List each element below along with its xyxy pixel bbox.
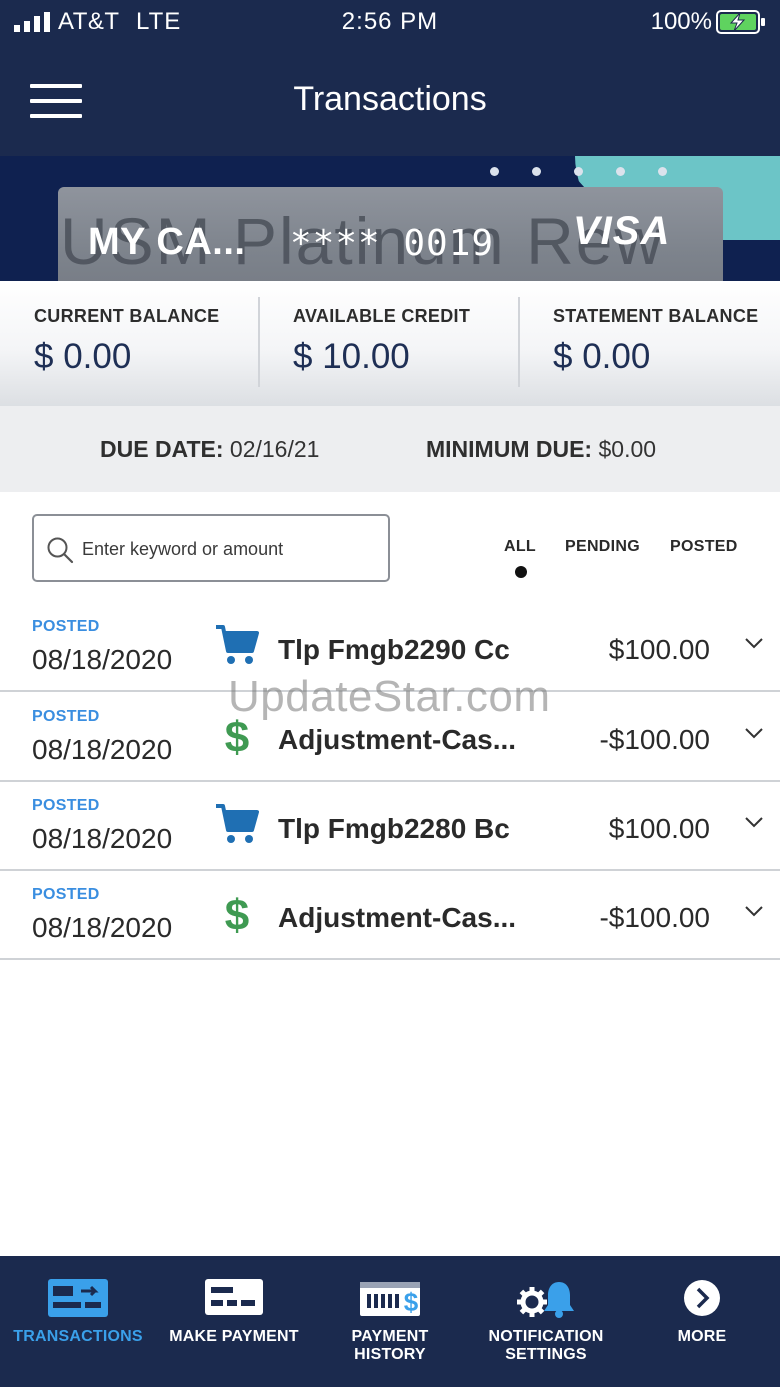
due-date-value: 02/16/21 (229, 436, 320, 462)
minimum-due-value: $0.00 (598, 436, 657, 462)
nav-label-line: PAYMENT (351, 1328, 429, 1345)
transaction-description: Adjustment-Cas... (278, 724, 517, 755)
pager-dot[interactable] (532, 167, 541, 176)
transaction-amount: $100.00 (608, 634, 710, 665)
available-credit-value: $ 10.00 (293, 337, 410, 376)
statement-balance-value: $ 0.00 (553, 337, 651, 376)
chevron-down-icon[interactable] (744, 726, 764, 740)
chevron-down-icon[interactable] (744, 815, 764, 829)
minimum-due-label: MINIMUM DUE: (426, 436, 593, 462)
chevron-down-icon[interactable] (744, 636, 764, 650)
nav-more[interactable]: MORE (624, 1256, 780, 1387)
battery-charging-icon (716, 10, 765, 34)
nav-label-line: NOTIFICATION (488, 1328, 604, 1345)
nav-label-line: SETTINGS (505, 1346, 587, 1363)
filter-selected-indicator (515, 566, 527, 578)
nav-label: NOTIFICATION SETTINGS (468, 1328, 624, 1364)
nav-notification-settings[interactable]: NOTIFICATION SETTINGS (468, 1256, 624, 1387)
filter-tab-all[interactable]: ALL (504, 538, 536, 556)
balance-summary: CURRENT BALANCE $ 0.00 AVAILABLE CREDIT … (0, 281, 780, 406)
pager-dot-active[interactable] (574, 167, 583, 176)
nav-transactions[interactable]: TRANSACTIONS (0, 1256, 156, 1387)
status-bar: AT&T LTE 2:56 PM 100% (0, 0, 780, 44)
credit-card[interactable]: USM Platinum Rew MY CA... **** 0019 VISA (58, 187, 723, 281)
divider (518, 297, 520, 387)
search-box[interactable] (32, 514, 390, 582)
card-number: **** 0019 (290, 223, 495, 264)
nav-label: MORE (677, 1328, 727, 1345)
top-bar: AT&T LTE 2:56 PM 100% Transactions (0, 0, 780, 156)
transaction-amount: -$100.00 (599, 724, 710, 755)
transaction-description: Adjustment-Cas... (278, 902, 517, 933)
transaction-status: POSTED (32, 797, 100, 814)
transaction-date: 08/18/2020 (32, 823, 173, 854)
transaction-row[interactable]: POSTED 08/18/2020 $ Adjustment-Cas... -$… (0, 870, 780, 960)
watermark: UpdateStar.com (228, 672, 551, 721)
pager-dot[interactable] (658, 167, 667, 176)
nav-icon-wrap: $ (312, 1278, 468, 1320)
pager-dot[interactable] (490, 167, 499, 176)
due-date-label: DUE DATE: (100, 436, 224, 462)
transaction-date: 08/18/2020 (32, 644, 173, 675)
search-input[interactable] (82, 530, 378, 568)
transaction-date: 08/18/2020 (32, 734, 173, 765)
visa-logo: VISA (573, 209, 671, 253)
chevron-down-icon[interactable] (744, 904, 764, 918)
nav-icon-wrap (624, 1278, 780, 1320)
filter-tab-pending[interactable]: PENDING (565, 538, 640, 556)
chevron-right-circle-icon (684, 1280, 720, 1316)
transaction-amount: -$100.00 (599, 902, 710, 933)
nav-make-payment[interactable]: MAKE PAYMENT (156, 1256, 312, 1387)
gear-bell-icon (517, 1282, 574, 1318)
page-title: Transactions (293, 80, 487, 118)
transaction-status: POSTED (32, 708, 100, 725)
transaction-amount: $100.00 (608, 813, 710, 844)
nav-payment-history[interactable]: $ PAYMENT HISTORY (312, 1256, 468, 1387)
pager-dot[interactable] (616, 167, 625, 176)
svg-text:$: $ (404, 1287, 419, 1317)
statement-balance-label: STATEMENT BALANCE (553, 306, 759, 326)
search-icon (47, 537, 74, 564)
nav-label: TRANSACTIONS (13, 1328, 143, 1345)
transaction-description: Tlp Fmgb2290 Cc (278, 634, 510, 665)
filter-tab-posted[interactable]: POSTED (670, 538, 738, 556)
transaction-date: 08/18/2020 (32, 912, 173, 943)
credit-card-icon (205, 1279, 263, 1315)
transactions-icon (48, 1279, 108, 1317)
nav-label: MAKE PAYMENT (169, 1328, 299, 1345)
bottom-navigation: TRANSACTIONS MAKE PAYMENT $ PAYMENT HIST… (0, 1256, 780, 1387)
due-info: DUE DATE: 02/16/21 MINIMUM DUE: $0.00 (0, 406, 780, 492)
due-date: DUE DATE: 02/16/21 (100, 436, 319, 463)
transaction-status: POSTED (32, 886, 100, 903)
svg-text:$: $ (225, 891, 249, 936)
current-balance-label: CURRENT BALANCE (34, 306, 220, 326)
current-balance-value: $ 0.00 (34, 337, 132, 376)
minimum-due: MINIMUM DUE: $0.00 (426, 436, 656, 463)
nav-icon-wrap (156, 1278, 312, 1320)
nav-label: PAYMENT HISTORY (312, 1328, 468, 1364)
divider (258, 297, 260, 387)
transaction-description: Tlp Fmgb2280 Bc (278, 813, 510, 844)
nav-icon-wrap (468, 1278, 624, 1320)
shopping-cart-icon (216, 804, 259, 843)
battery-percent: 100% (650, 8, 712, 35)
shopping-cart-icon (216, 625, 259, 664)
transaction-row[interactable]: POSTED 08/18/2020 Tlp Fmgb2280 Bc $100.0… (0, 781, 780, 871)
card-nickname: MY CA... (88, 221, 246, 263)
dollar-sign-icon: $ (225, 891, 249, 936)
payment-history-icon: $ (360, 1282, 420, 1317)
nav-icon-wrap (0, 1278, 156, 1320)
transaction-status: POSTED (32, 618, 100, 635)
available-credit-label: AVAILABLE CREDIT (293, 306, 471, 326)
nav-label-line: HISTORY (354, 1346, 426, 1363)
card-carousel[interactable]: USM Platinum Rew MY CA... **** 0019 VISA (0, 156, 780, 281)
